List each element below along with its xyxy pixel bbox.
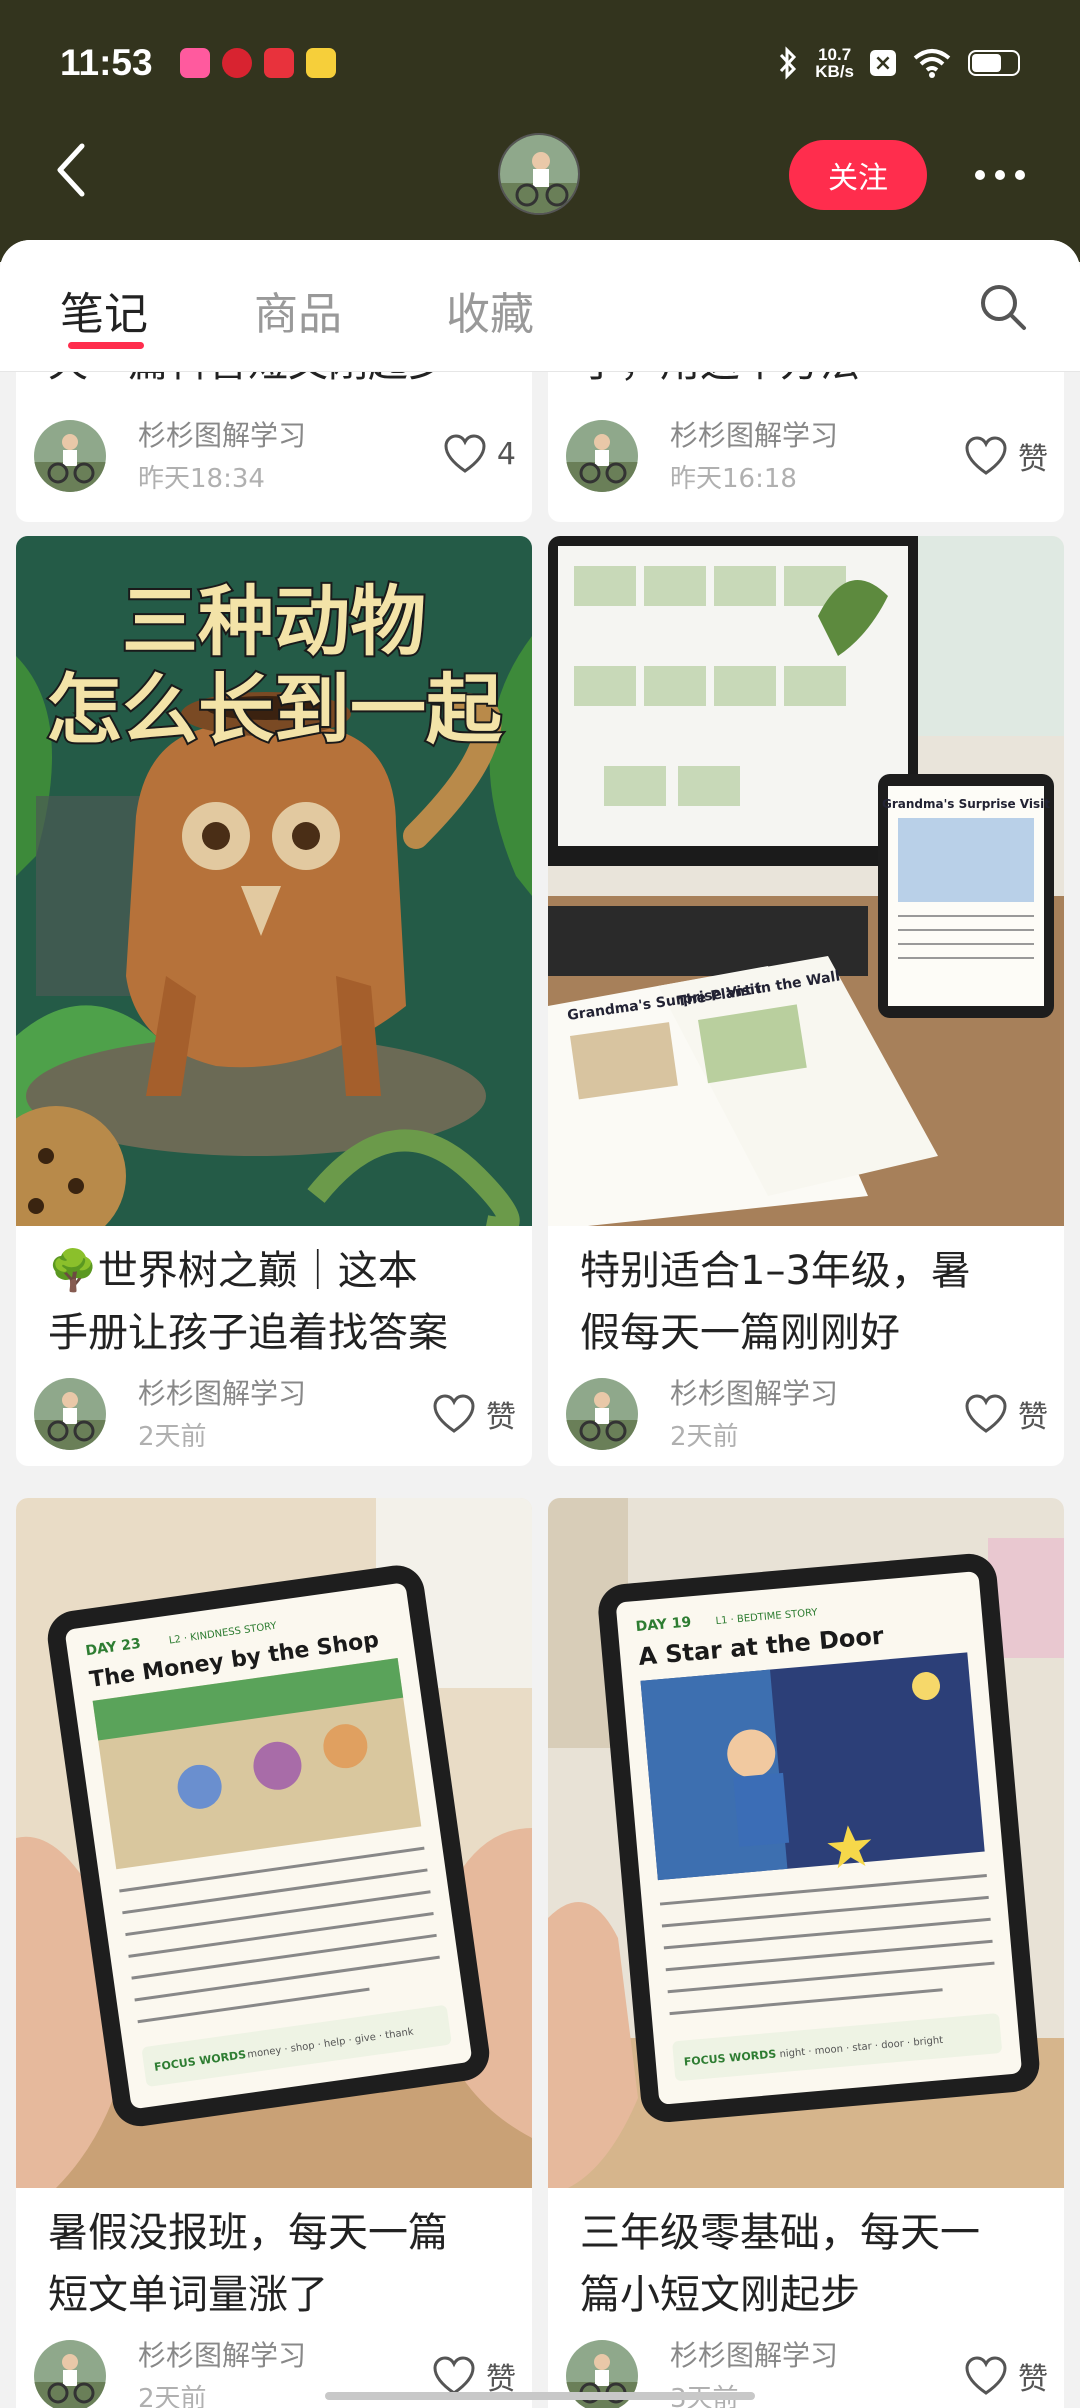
tab-notes[interactable]: 笔记 xyxy=(60,278,148,342)
note-title-line2: 短文单词量涨了 xyxy=(48,2272,328,2318)
heart-icon xyxy=(433,1394,475,1433)
heart-icon xyxy=(433,2356,475,2395)
like-count: 赞 xyxy=(1018,1400,1048,1435)
note-cover-image: DAY 19 L1 · BEDTIME STORY A Star at the … xyxy=(548,1498,1064,2188)
author-avatar[interactable] xyxy=(34,1378,106,1450)
note-title-line2: 手册让孩子追着找答案 xyxy=(48,1310,448,1356)
author-avatar[interactable] xyxy=(34,2340,106,2408)
more-options-icon[interactable] xyxy=(960,150,1040,200)
status-app-icons xyxy=(168,40,336,86)
profile-header: 11:53 10.7 KB/s × 关注 xyxy=(0,0,1080,262)
battery-icon xyxy=(968,50,1020,76)
content-panel: 笔记 商品 收藏 天一篇科普短文刚起步 杉杉图解学习 昨天18:34 4 了，用… xyxy=(0,240,1080,2408)
app-notification-icon xyxy=(264,48,294,78)
like-count: 赞 xyxy=(486,1400,516,1435)
note-card[interactable]: 三种动物 怎么长到一起 🌳世界树之巅｜这本 手册让孩子追着找答案 杉杉图解学习 … xyxy=(16,536,532,1466)
note-title-line1: 三年级零基础，每天一 xyxy=(580,2210,980,2256)
x-icon: × xyxy=(870,50,896,76)
like-count: 4 xyxy=(496,436,516,472)
author-name[interactable]: 杉杉图解学习 xyxy=(670,2334,838,2374)
note-card[interactable]: 天一篇科普短文刚起步 杉杉图解学习 昨天18:34 4 xyxy=(16,372,532,522)
author-name[interactable]: 杉杉图解学习 xyxy=(670,414,838,454)
note-card[interactable]: Grandma's Surprise Visit Grandma's Surpr… xyxy=(548,536,1064,1466)
note-cover-image: DAY 23 L2 · KINDNESS STORY The Money by … xyxy=(16,1498,532,2188)
note-title-line1: 🌳世界树之巅｜这本 xyxy=(48,1248,418,1294)
note-card[interactable]: DAY 23 L2 · KINDNESS STORY The Money by … xyxy=(16,1498,532,2408)
wifi-icon xyxy=(913,49,951,78)
author-avatar[interactable] xyxy=(566,420,638,492)
status-time: 11:53 xyxy=(60,42,153,83)
back-arrow-icon[interactable] xyxy=(48,140,98,200)
note-time: 2天前 xyxy=(138,2384,207,2408)
author-avatar[interactable] xyxy=(566,1378,638,1450)
note-footer: 杉杉图解学习 2天前 赞 xyxy=(34,1372,516,1452)
heart-icon xyxy=(965,1394,1007,1433)
like-button[interactable]: 4 xyxy=(443,434,516,474)
profile-avatar[interactable] xyxy=(498,133,580,215)
active-tab-indicator xyxy=(68,342,144,349)
note-footer: 杉杉图解学习 昨天16:18 赞 xyxy=(566,414,1048,494)
author-avatar[interactable] xyxy=(34,420,106,492)
app-notification-icon xyxy=(180,48,210,78)
like-count: 赞 xyxy=(1018,442,1048,477)
note-title-line2: 假每天一篇刚刚好 xyxy=(580,1310,900,1356)
tab-products[interactable]: 商品 xyxy=(254,278,342,342)
tab-bar: 笔记 商品 收藏 xyxy=(0,240,1080,372)
author-name[interactable]: 杉杉图解学习 xyxy=(138,2334,306,2374)
author-name[interactable]: 杉杉图解学习 xyxy=(670,1372,838,1412)
note-time: 昨天16:18 xyxy=(670,464,797,494)
like-button[interactable]: 赞 xyxy=(964,1392,1048,1436)
note-title: 天一篇科普短文刚起步 xyxy=(48,372,508,394)
app-notification-icon xyxy=(222,48,252,78)
like-button[interactable]: 赞 xyxy=(964,434,1048,478)
note-title-line2: 篇小短文刚起步 xyxy=(580,2272,860,2318)
app-notification-icon xyxy=(306,48,336,78)
note-time: 2天前 xyxy=(138,1422,207,1452)
heart-icon xyxy=(444,434,486,473)
like-button[interactable]: 赞 xyxy=(964,2354,1048,2398)
cover-title-line2: 怎么长到一起 xyxy=(46,665,503,754)
heart-icon xyxy=(965,436,1007,475)
note-card[interactable]: 了，用这个方法 杉杉图解学习 昨天16:18 赞 xyxy=(548,372,1064,522)
bluetooth-icon xyxy=(780,46,797,80)
heart-icon xyxy=(965,2356,1007,2395)
follow-button[interactable]: 关注 xyxy=(789,140,927,210)
notes-feed: 天一篇科普短文刚起步 杉杉图解学习 昨天18:34 4 了，用这个方法 杉杉图解… xyxy=(0,372,1080,2408)
status-system-icons: 10.7 KB/s × xyxy=(777,40,1020,86)
note-cover-image: Grandma's Surprise Visit Grandma's Surpr… xyxy=(548,536,1064,1226)
note-cover-image: 三种动物 怎么长到一起 xyxy=(16,536,532,1226)
author-name[interactable]: 杉杉图解学习 xyxy=(138,1372,306,1412)
note-title: 了，用这个方法 xyxy=(580,372,1040,394)
note-title-line1: 特别适合1–3年级，暑 xyxy=(580,1248,971,1294)
like-button[interactable]: 赞 xyxy=(432,1392,516,1436)
author-name[interactable]: 杉杉图解学习 xyxy=(138,414,306,454)
search-icon[interactable] xyxy=(976,280,1030,334)
note-time: 2天前 xyxy=(670,1422,739,1452)
cover-title-line1: 三种动物 xyxy=(122,577,426,666)
home-indicator[interactable] xyxy=(325,2392,755,2400)
like-count: 赞 xyxy=(1018,2362,1048,2397)
network-speed: 10.7 KB/s xyxy=(815,45,854,81)
note-title-line1: 暑假没报班，每天一篇 xyxy=(48,2210,448,2256)
screen-card-title: Grandma's Surprise Visit xyxy=(882,797,1050,811)
note-card[interactable]: DAY 19 L1 · BEDTIME STORY A Star at the … xyxy=(548,1498,1064,2408)
note-footer: 杉杉图解学习 昨天18:34 4 xyxy=(34,414,516,494)
note-footer: 杉杉图解学习 2天前 赞 xyxy=(566,1372,1048,1452)
tab-favorites[interactable]: 收藏 xyxy=(446,278,534,342)
note-time: 昨天18:34 xyxy=(138,464,265,494)
